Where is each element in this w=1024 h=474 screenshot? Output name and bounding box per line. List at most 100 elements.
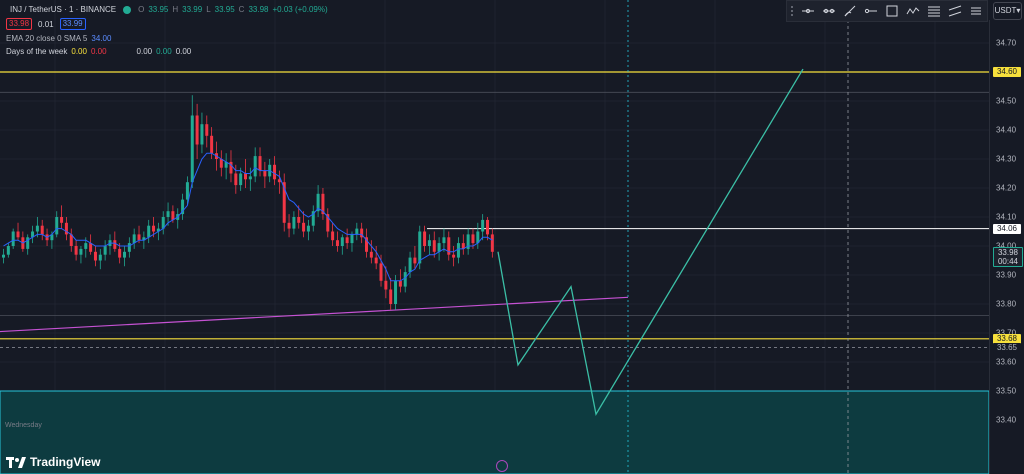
candle bbox=[423, 225, 427, 252]
indicator-days[interactable]: Days of the week 0.00 0.00 0.00 0.00 0.0… bbox=[6, 46, 328, 57]
candle-body bbox=[244, 173, 247, 180]
candle bbox=[89, 234, 93, 255]
horizontal-ray-icon[interactable] bbox=[860, 2, 881, 20]
candle bbox=[127, 237, 131, 258]
candle-body bbox=[481, 219, 485, 232]
candle bbox=[326, 208, 330, 238]
candle bbox=[273, 156, 277, 186]
tradingview-logo[interactable]: TradingView bbox=[6, 455, 100, 469]
candle-body bbox=[113, 240, 117, 249]
candle bbox=[147, 219, 151, 244]
candle-body bbox=[437, 243, 441, 252]
price-chart[interactable] bbox=[0, 0, 1024, 474]
candle bbox=[461, 234, 465, 255]
long-position-icon[interactable] bbox=[965, 2, 986, 20]
candle-body bbox=[456, 243, 460, 258]
indicator-ema-name: EMA 20 close 0 SMA 5 bbox=[6, 34, 88, 43]
candle-body bbox=[55, 217, 59, 235]
candle-body bbox=[452, 254, 456, 258]
indicator-days-name: Days of the week bbox=[6, 47, 68, 56]
candle-body bbox=[340, 237, 344, 246]
fib-icon[interactable] bbox=[923, 2, 944, 20]
candles bbox=[2, 95, 494, 310]
candle-body bbox=[60, 217, 64, 223]
indicator-days-value-1: 0.00 bbox=[71, 47, 87, 56]
candle bbox=[219, 150, 223, 177]
candle-body bbox=[118, 248, 122, 258]
candle-body bbox=[248, 176, 252, 180]
quote-row: 33.98 0.01 33.99 bbox=[6, 18, 328, 30]
candle-body bbox=[403, 272, 407, 287]
candle-body bbox=[258, 156, 262, 171]
candle-body bbox=[297, 217, 301, 223]
currency-selector[interactable]: USDT▾ bbox=[993, 2, 1022, 20]
candle bbox=[6, 243, 10, 258]
candle bbox=[452, 246, 456, 267]
candle-body bbox=[413, 257, 417, 264]
trend-line-icon[interactable] bbox=[818, 2, 839, 20]
bid-price-button[interactable]: 33.98 bbox=[6, 18, 33, 30]
price-tag-last: 33.98 00:44 bbox=[993, 246, 1023, 267]
symbol-title[interactable]: INJ / TetherUS · 1 · BINANCE bbox=[10, 4, 116, 15]
candle-body bbox=[389, 289, 393, 304]
price-axis-label: 33.50 bbox=[996, 386, 1017, 396]
candle-body bbox=[292, 217, 296, 229]
horizontal-line-icon[interactable] bbox=[797, 2, 818, 20]
candle bbox=[447, 231, 451, 261]
candle bbox=[311, 205, 315, 232]
price-axis-label: 33.40 bbox=[996, 415, 1017, 425]
candle bbox=[292, 211, 296, 235]
countdown-value: 00:44 bbox=[997, 256, 1019, 266]
toolbar-grip-icon[interactable] bbox=[787, 6, 797, 16]
price-axis-label: 33.90 bbox=[996, 270, 1017, 280]
candle-body bbox=[350, 234, 354, 244]
candle-body bbox=[427, 240, 431, 246]
ohlc-low: 33.95 bbox=[214, 5, 235, 14]
ohlc-o-label: O bbox=[138, 5, 145, 14]
candle bbox=[306, 219, 310, 241]
price-axis-label: 33.60 bbox=[996, 357, 1017, 367]
candle-body bbox=[166, 211, 170, 217]
candle bbox=[258, 147, 262, 177]
candle-body bbox=[408, 257, 412, 273]
candle bbox=[248, 167, 252, 191]
path-icon[interactable] bbox=[902, 2, 923, 20]
candle-body bbox=[219, 159, 223, 168]
candle bbox=[26, 234, 30, 255]
chevron-down-icon: ▾ bbox=[1016, 6, 1021, 15]
trendline[interactable] bbox=[0, 296, 629, 333]
candle-body bbox=[6, 246, 10, 255]
candle-body bbox=[355, 228, 359, 235]
candle-body bbox=[127, 243, 131, 252]
parallel-channel-icon[interactable] bbox=[944, 2, 965, 20]
candle bbox=[456, 237, 460, 264]
candle bbox=[181, 193, 185, 220]
candle-body bbox=[239, 173, 243, 186]
brush-icon[interactable] bbox=[839, 2, 860, 20]
price-axis-label: 34.10 bbox=[996, 212, 1017, 222]
ohlc-open: 33.95 bbox=[148, 5, 169, 14]
candle bbox=[2, 248, 5, 264]
candle-body bbox=[74, 246, 78, 255]
candle bbox=[113, 231, 117, 252]
indicator-ema-value: 34.00 bbox=[91, 34, 112, 43]
currency-label: USDT bbox=[994, 6, 1017, 15]
tradingview-logo-icon bbox=[6, 456, 26, 468]
candle-body bbox=[423, 231, 427, 246]
market-status-icon bbox=[123, 5, 132, 14]
candle-body bbox=[89, 243, 93, 252]
indicator-days-value-5: 0.00 bbox=[175, 47, 192, 56]
candle bbox=[64, 217, 68, 241]
candle-body bbox=[432, 240, 436, 252]
candle-body bbox=[394, 280, 398, 304]
candle bbox=[287, 214, 291, 238]
candle bbox=[21, 231, 25, 252]
indicator-ema[interactable]: EMA 20 close 0 SMA 5 34.00 bbox=[6, 33, 328, 44]
rectangle-icon[interactable] bbox=[881, 2, 902, 20]
candle bbox=[93, 246, 97, 267]
candle-body bbox=[147, 225, 151, 238]
candle bbox=[277, 170, 281, 194]
candle-body bbox=[418, 231, 422, 264]
ask-price-button[interactable]: 33.99 bbox=[59, 18, 86, 30]
lightning-icon[interactable] bbox=[496, 460, 508, 472]
